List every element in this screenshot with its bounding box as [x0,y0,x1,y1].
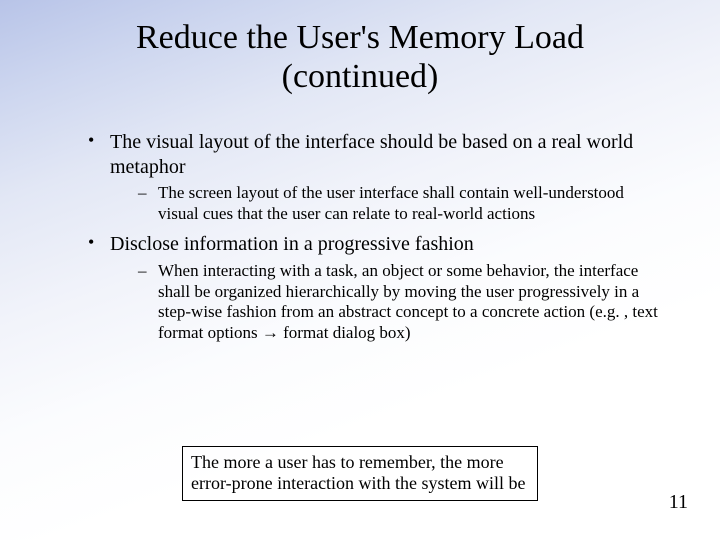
bullet-item: The visual layout of the interface shoul… [88,130,660,224]
callout-text: The more a user has to remember, the mor… [191,452,526,493]
bullet-item: Disclose information in a progressive fa… [88,232,660,343]
page-number: 11 [669,491,688,514]
slide-title: Reduce the User's Memory Load (continued… [60,18,660,96]
sub-bullet-item: When interacting with a task, an object … [138,261,660,344]
sub-bullet-text: The screen layout of the user interface … [158,183,624,223]
bullet-text: The visual layout of the interface shoul… [110,131,633,177]
sub-bullet-list: The screen layout of the user interface … [110,183,660,224]
callout-box: The more a user has to remember, the mor… [182,446,538,501]
bullet-text: Disclose information in a progressive fa… [110,233,474,255]
slide: Reduce the User's Memory Load (continued… [0,0,720,540]
sub-bullet-list: When interacting with a task, an object … [110,261,660,344]
bullet-list: The visual layout of the interface shoul… [60,130,660,344]
sub-bullet-text: When interacting with a task, an object … [158,261,658,342]
sub-bullet-item: The screen layout of the user interface … [138,183,660,224]
